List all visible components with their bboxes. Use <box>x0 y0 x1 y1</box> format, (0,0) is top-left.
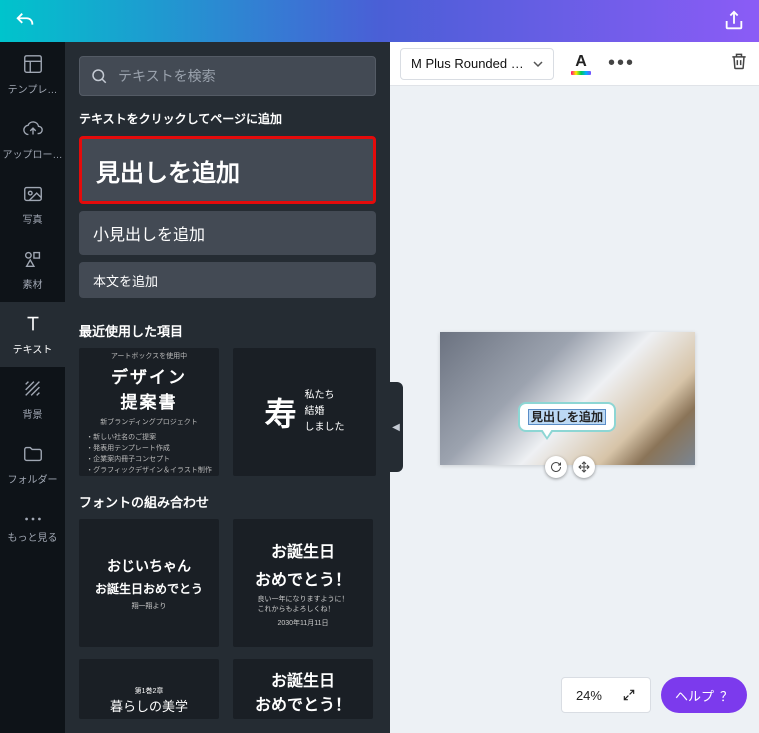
combo-line: 翔一翔より <box>132 601 167 611</box>
rail-templates[interactable]: テンプレ… <box>0 42 65 107</box>
share-button[interactable] <box>723 10 745 32</box>
font-combo-thumbs-2: 第1巻2章 暮らしの美学 お誕生日 おめでとう！ <box>79 659 376 719</box>
combo-line: おめでとう！ <box>255 691 351 715</box>
speech-bubble[interactable]: 見出しを追加 <box>518 402 616 432</box>
bubble-text[interactable]: 見出しを追加 <box>528 409 606 425</box>
combo-line: 良い一年になりますように！ これからもよろしくね！ <box>258 594 349 614</box>
recent-section-title: 最近使用した項目 <box>79 321 376 340</box>
move-handle[interactable] <box>573 456 595 478</box>
fullscreen-icon[interactable] <box>622 688 636 702</box>
combo-line: おめでとう！ <box>255 566 351 590</box>
canvas-area: M Plus Rounded … A ••• ◀ 見出しを追加 <box>390 42 759 733</box>
text-toolbar: M Plus Rounded … A ••• <box>390 42 759 86</box>
font-combo-1[interactable]: おじいちゃん お誕生日おめでとう 翔一翔より <box>79 519 219 647</box>
rail-label: もっと見る <box>8 529 58 544</box>
search-icon <box>90 67 108 85</box>
delete-button[interactable] <box>729 51 749 76</box>
chevron-left-icon: ◀ <box>392 422 400 433</box>
rail-upload[interactable]: アップロー… <box>0 107 65 172</box>
help-question-icon: ？ <box>720 686 733 705</box>
rail-photo[interactable]: 写真 <box>0 172 65 237</box>
rotate-handle[interactable] <box>545 456 567 478</box>
canvas-photo: 見出しを追加 <box>440 332 695 465</box>
add-subheading-button[interactable]: 小見出しを追加 <box>79 211 376 255</box>
rail-label: アップロー… <box>3 146 63 161</box>
combo-line: お誕生日おめでとう <box>95 580 203 597</box>
help-button[interactable]: ヘルプ ？ <box>661 677 747 713</box>
zoom-control[interactable]: 24% <box>561 677 651 713</box>
thumb-sub: 新ブランディングプロジェクト <box>100 417 198 428</box>
bottom-controls: 24% ヘルプ ？ <box>561 677 747 713</box>
rail-label: テンプレ… <box>8 81 58 96</box>
color-letter: A <box>575 53 587 71</box>
main-layout: テンプレ… アップロー… 写真 素材 テキスト 背景 フォルダー もっと見る <box>0 42 759 733</box>
recent-thumbs: アートボックスを使用中 デザイン 提案書 新ブランディングプロジェクト ・新しい… <box>79 348 376 476</box>
recent-template-2[interactable]: 寿 私たち 結婚 しました <box>233 348 376 476</box>
top-bar <box>0 0 759 42</box>
thumb-sup: アートボックスを使用中 <box>111 351 187 362</box>
font-combo-3[interactable]: 第1巻2章 暮らしの美学 <box>79 659 219 719</box>
combo-line: お誕生日 <box>271 667 335 691</box>
add-body-label: 本文を追加 <box>93 271 158 290</box>
add-body-button[interactable]: 本文を追加 <box>79 262 376 298</box>
combo-line: おじいちゃん <box>107 556 191 576</box>
search-box[interactable] <box>79 56 376 96</box>
canvas-handles <box>545 456 595 478</box>
combo-line: お誕生日 <box>271 538 335 562</box>
add-heading-button[interactable]: 見出しを追加 <box>79 136 376 204</box>
search-input[interactable] <box>118 68 365 84</box>
text-panel: テキストをクリックしてページに追加 見出しを追加 小見出しを追加 本文を追加 最… <box>65 42 390 733</box>
rail-more[interactable]: もっと見る <box>0 497 65 562</box>
chevron-down-icon <box>533 59 543 69</box>
thumb-bullets: ・新しい社名のご提案 ・発表用テンプレート作成 ・企業案内冊子コンセプト ・グラ… <box>86 432 212 477</box>
rail-label: 素材 <box>23 276 43 291</box>
page-canvas[interactable]: 見出しを追加 <box>440 332 695 465</box>
font-combo-title: フォントの組み合わせ <box>79 492 376 511</box>
rail-folder[interactable]: フォルダー <box>0 432 65 497</box>
rail-label: 写真 <box>23 211 43 226</box>
text-color-button[interactable]: A <box>568 50 594 78</box>
recent-template-1[interactable]: アートボックスを使用中 デザイン 提案書 新ブランディングプロジェクト ・新しい… <box>79 348 219 476</box>
combo-line: 暮らしの美学 <box>110 696 188 715</box>
combo-line: 第1巻2章 <box>135 686 164 696</box>
thumb-kanji: 寿 <box>264 389 296 435</box>
add-heading-label: 見出しを追加 <box>96 153 240 188</box>
add-text-hint: テキストをクリックしてページに追加 <box>79 110 376 127</box>
undo-button[interactable] <box>14 10 36 32</box>
rail-label: フォルダー <box>8 471 58 486</box>
rail-background[interactable]: 背景 <box>0 367 65 432</box>
more-options-button[interactable]: ••• <box>608 52 635 75</box>
color-spectrum-icon <box>571 71 591 75</box>
add-subheading-label: 小見出しを追加 <box>93 221 205 245</box>
thumb-side: 私たち 結婚 しました <box>305 388 345 436</box>
font-combo-2[interactable]: お誕生日 おめでとう！ 良い一年になりますように！ これからもよろしくね！ 20… <box>233 519 373 647</box>
help-label: ヘルプ <box>675 686 714 705</box>
thumb-big1: デザイン <box>111 363 187 388</box>
bubble-tail-icon <box>540 430 554 440</box>
rail-text[interactable]: テキスト <box>0 302 65 367</box>
zoom-value: 24% <box>576 688 602 703</box>
thumb-big2: 提案書 <box>121 388 178 413</box>
side-rail: テンプレ… アップロー… 写真 素材 テキスト 背景 フォルダー もっと見る <box>0 42 65 733</box>
font-combo-4[interactable]: お誕生日 おめでとう！ <box>233 659 373 719</box>
font-select[interactable]: M Plus Rounded … <box>400 48 554 80</box>
rail-label: 背景 <box>23 406 43 421</box>
rail-elements[interactable]: 素材 <box>0 237 65 302</box>
font-name: M Plus Rounded … <box>411 56 524 71</box>
font-combo-thumbs: おじいちゃん お誕生日おめでとう 翔一翔より お誕生日 おめでとう！ 良い一年に… <box>79 519 376 647</box>
combo-line: 2030年11月11日 <box>277 618 328 628</box>
rail-label: テキスト <box>13 341 53 356</box>
collapse-panel-button[interactable]: ◀ <box>389 382 403 472</box>
